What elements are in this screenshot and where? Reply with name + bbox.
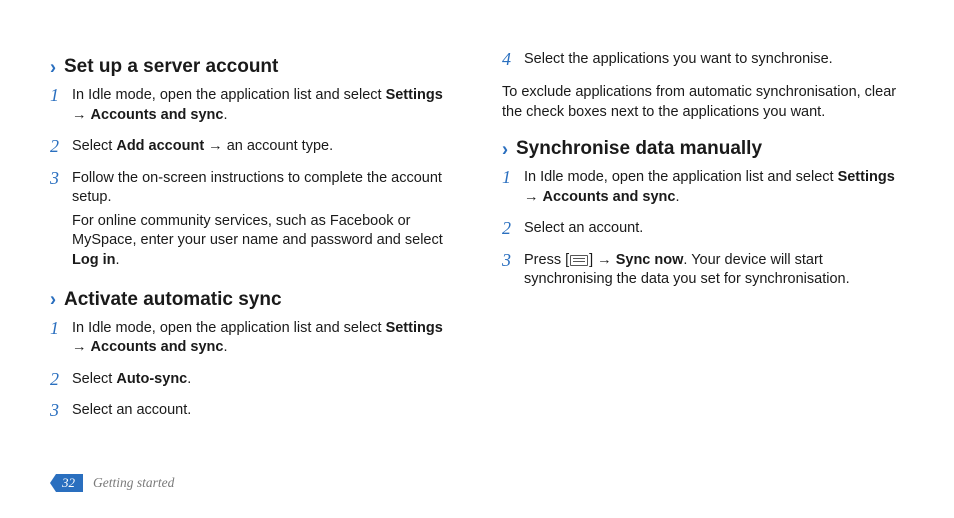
step-row: 1 In Idle mode, open the application lis… (502, 168, 904, 211)
text: . (675, 189, 679, 205)
step-row: 1 In Idle mode, open the application lis… (50, 319, 452, 362)
step-body: Select an account. (524, 219, 904, 243)
step-body: In Idle mode, open the application list … (524, 168, 904, 211)
arrow: → (72, 107, 91, 123)
chevron-right-icon: › (502, 138, 508, 161)
step-number: 4 (502, 50, 524, 70)
text: → an account type. (204, 138, 333, 154)
text: . (187, 371, 191, 387)
step-row: 1 In Idle mode, open the application lis… (50, 86, 452, 129)
text: Select (72, 138, 116, 154)
section-header-server-account: › Set up a server account (50, 56, 452, 78)
text: Follow the on-screen instructions to com… (72, 170, 442, 206)
step-body: Select Auto-sync. (72, 370, 452, 394)
arrow: → (524, 189, 543, 205)
step-number: 2 (50, 370, 72, 390)
step-body: In Idle mode, open the application list … (72, 319, 452, 362)
text: In Idle mode, open the application list … (524, 169, 838, 185)
section-title: Synchronise data manually (516, 138, 762, 160)
step-body: Select the applications you want to sync… (524, 50, 904, 74)
chevron-right-icon: › (50, 55, 56, 78)
page-number: 32 (50, 474, 83, 492)
text: Select an account. (72, 402, 191, 418)
footer-label: Getting started (93, 475, 174, 491)
bold-text: Accounts and sync (543, 189, 676, 205)
text: . (223, 107, 227, 123)
step-row: 3 Select an account. (50, 401, 452, 425)
bold-text: Auto-sync (116, 371, 187, 387)
step-row: 2 Select an account. (502, 219, 904, 243)
text: For online community services, such as F… (72, 213, 443, 249)
section-title: Set up a server account (64, 56, 278, 78)
step-body: Press [] → Sync now. Your device will st… (524, 251, 904, 294)
bold-text: Settings (386, 87, 443, 103)
text: Select the applications you want to sync… (524, 51, 833, 67)
text: In Idle mode, open the application list … (72, 320, 386, 336)
bold-text: Sync now (616, 252, 684, 268)
chevron-right-icon: › (50, 288, 56, 311)
bold-text: Log in (72, 252, 116, 268)
step-number: 2 (502, 219, 524, 239)
text: . (223, 339, 227, 355)
step-row: 3 Press [] → Sync now. Your device will … (502, 251, 904, 294)
right-column: 4 Select the applications you want to sy… (502, 50, 904, 498)
text: Press [ (524, 252, 569, 268)
manual-page: › Set up a server account 1 In Idle mode… (0, 0, 954, 518)
section-header-auto-sync: › Activate automatic sync (50, 289, 452, 311)
bold-text: Settings (838, 169, 895, 185)
step-number: 1 (50, 86, 72, 106)
step-row: 2 Select Add account → an account type. (50, 137, 452, 161)
arrow: → (72, 339, 91, 355)
step-row: 4 Select the applications you want to sy… (502, 50, 904, 74)
step-body: Follow the on-screen instructions to com… (72, 169, 452, 275)
text: In Idle mode, open the application list … (72, 87, 386, 103)
text: . (116, 252, 120, 268)
step-number: 1 (50, 319, 72, 339)
section-header-sync-manually: › Synchronise data manually (502, 138, 904, 160)
section-title: Activate automatic sync (64, 289, 282, 311)
bold-text: Settings (386, 320, 443, 336)
step-body: In Idle mode, open the application list … (72, 86, 452, 129)
bold-text: Accounts and sync (91, 107, 224, 123)
step-number: 3 (50, 401, 72, 421)
left-column: › Set up a server account 1 In Idle mode… (50, 50, 452, 498)
note-text: To exclude applications from automatic s… (502, 82, 904, 123)
text: ] → (589, 252, 616, 268)
step-row: 3 Follow the on-screen instructions to c… (50, 169, 452, 275)
text: Select (72, 371, 116, 387)
text: Select an account. (524, 220, 643, 236)
step-row: 2 Select Auto-sync. (50, 370, 452, 394)
page-footer: 32 Getting started (50, 474, 174, 492)
bold-text: Add account (116, 138, 204, 154)
step-number: 3 (50, 169, 72, 189)
step-body: Select Add account → an account type. (72, 137, 452, 161)
step-number: 2 (50, 137, 72, 157)
step-body: Select an account. (72, 401, 452, 425)
bold-text: Accounts and sync (91, 339, 224, 355)
step-number: 1 (502, 168, 524, 188)
step-number: 3 (502, 251, 524, 271)
menu-button-icon (570, 255, 588, 266)
